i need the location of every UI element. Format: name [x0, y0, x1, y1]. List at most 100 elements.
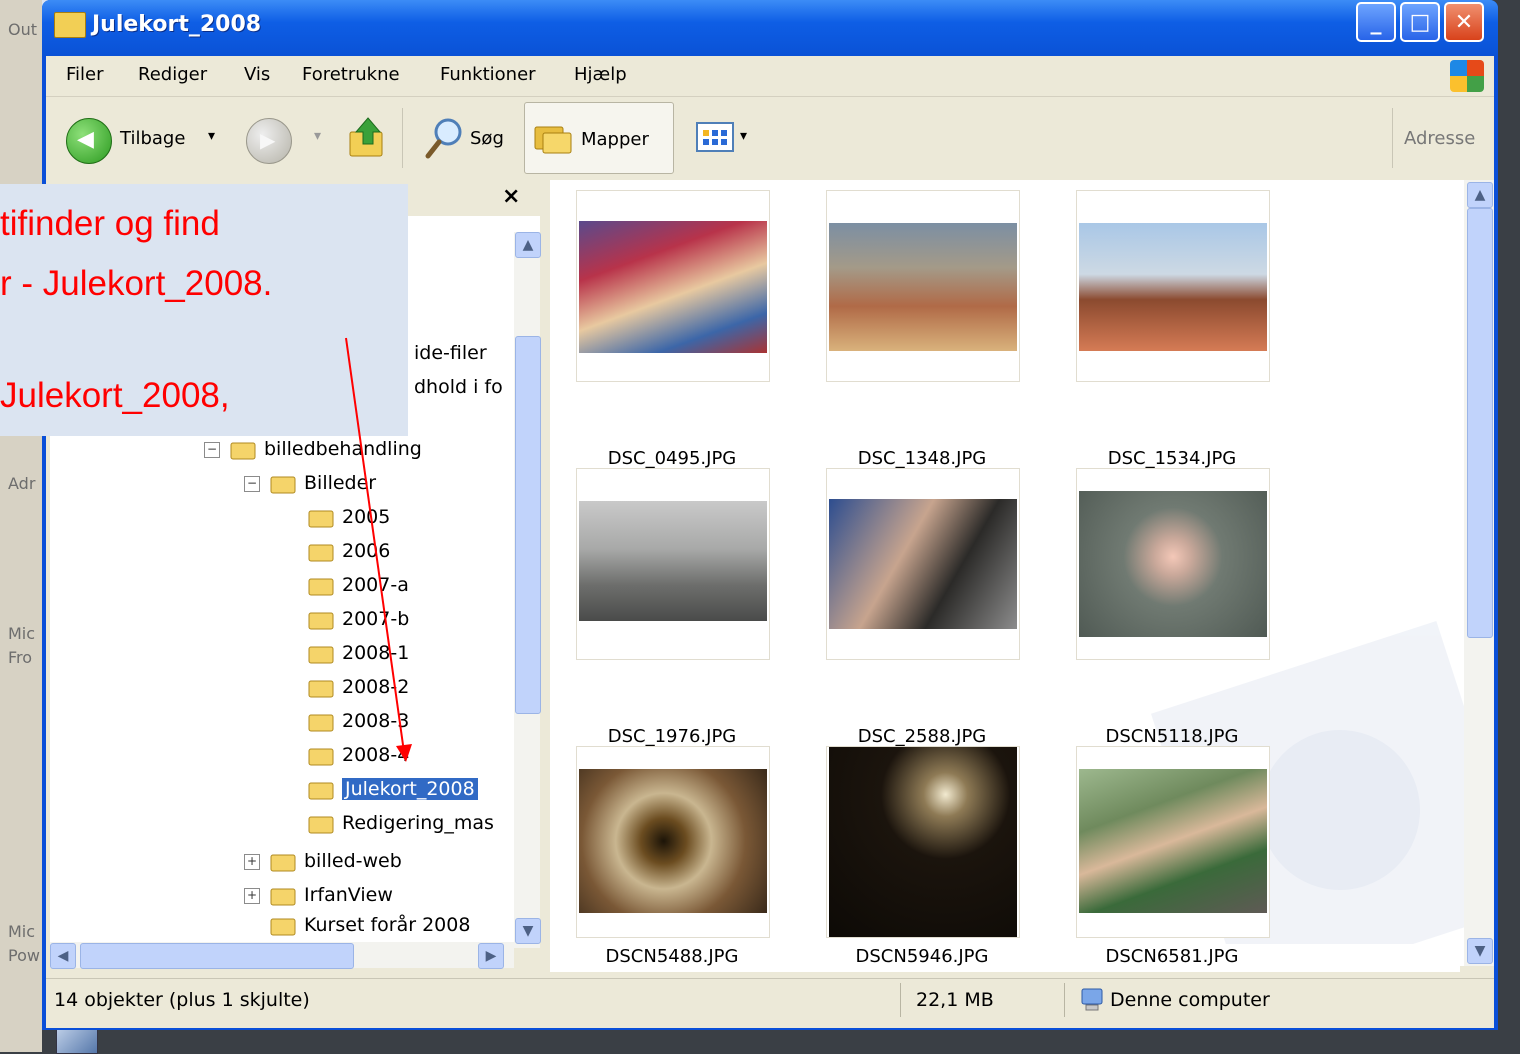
tree-item-2008-2[interactable]: 2008-2	[308, 676, 409, 708]
tree-item-label: Julekort_2008	[342, 778, 478, 800]
scroll-up-icon[interactable]: ▲	[1467, 182, 1493, 208]
menu-vis[interactable]: Vis	[244, 64, 270, 85]
windows-logo-icon	[1450, 60, 1484, 92]
desktop-icon-label[interactable]: Out	[8, 20, 37, 39]
tree-item-2008-4[interactable]: 2008-4	[308, 744, 409, 776]
tree-item-label: 2006	[342, 540, 391, 562]
tree-item-redigering[interactable]: Redigering_mas	[308, 812, 494, 844]
back-dropdown-icon[interactable]: ▾	[208, 128, 215, 144]
explorer-window: Julekort_2008 _ □ ✕ Filer Rediger Vis Fo…	[42, 0, 1498, 1030]
scroll-right-icon[interactable]: ▶	[478, 943, 504, 969]
expand-icon[interactable]: +	[244, 888, 260, 904]
tree-item-julekort-2008[interactable]: Julekort_2008	[308, 778, 478, 810]
collapse-icon[interactable]: −	[204, 442, 220, 458]
callout-line: r - Julekort_2008.	[0, 264, 273, 303]
files-scroll-thumb[interactable]	[1467, 208, 1493, 638]
file-name[interactable]: DSC_1534.JPG	[1062, 448, 1282, 469]
file-name[interactable]: DSCN6581.JPG	[1062, 946, 1282, 967]
tree-item-2006[interactable]: 2006	[308, 540, 390, 572]
tree-item-label: 2005	[342, 506, 391, 528]
file-name[interactable]: DSC_1348.JPG	[812, 448, 1032, 469]
file-name[interactable]: DSCN5946.JPG	[812, 946, 1032, 967]
tree-item-partial[interactable]: ide-filer	[414, 342, 487, 374]
tree-item-2008-3[interactable]: 2008-3	[308, 710, 409, 742]
desktop-icon-label[interactable]: Mic	[8, 922, 35, 941]
collapse-icon[interactable]: −	[244, 476, 260, 492]
file-name[interactable]: DSCN5488.JPG	[562, 946, 782, 967]
folder-open-icon	[270, 474, 298, 494]
status-divider	[900, 983, 901, 1017]
address-label: Adresse	[1404, 128, 1476, 149]
menu-funktioner[interactable]: Funktioner	[440, 64, 536, 85]
instruction-callout: tifinder og find r - Julekort_2008. Jule…	[0, 184, 408, 436]
tree-item-2008-1[interactable]: 2008-1	[308, 642, 409, 674]
tree-item-2005[interactable]: 2005	[308, 506, 390, 538]
files-vertical-scrollbar[interactable]: ▲ ▼	[1464, 180, 1494, 966]
photo-thumbnail	[829, 499, 1017, 629]
folder-icon	[308, 542, 336, 562]
folder-icon	[308, 712, 336, 732]
scroll-down-icon[interactable]: ▼	[1467, 938, 1493, 964]
tree-item-partial[interactable]: dhold i fo	[414, 376, 503, 408]
tree-item-2007-a[interactable]: 2007-a	[308, 574, 409, 606]
tree-horizontal-scrollbar[interactable]: ◀ ▶	[50, 942, 514, 969]
expand-icon[interactable]: +	[244, 854, 260, 870]
thumbnail[interactable]	[826, 190, 1020, 382]
status-size: 22,1 MB	[916, 989, 994, 1011]
views-dropdown-icon[interactable]: ▾	[740, 128, 747, 144]
tree-item-label: Billeder	[304, 472, 377, 494]
search-icon[interactable]	[424, 116, 464, 160]
thumbnail[interactable]	[1076, 468, 1270, 660]
tree-item-2007-b[interactable]: 2007-b	[308, 608, 409, 640]
desktop-icon-label[interactable]: Mic	[8, 624, 35, 643]
desktop-icon-label[interactable]: Pow	[8, 946, 40, 965]
file-name[interactable]: DSC_1976.JPG	[562, 726, 782, 747]
thumbnail[interactable]	[1076, 746, 1270, 938]
scroll-down-icon[interactable]: ▼	[515, 918, 541, 944]
file-name[interactable]: DSCN5118.JPG	[1062, 726, 1282, 747]
folder-icon	[308, 576, 336, 596]
file-name[interactable]: DSC_2588.JPG	[812, 726, 1032, 747]
scroll-left-icon[interactable]: ◀	[50, 943, 76, 969]
back-arrow-icon[interactable]	[66, 118, 112, 164]
folders-button[interactable]: Mapper	[524, 102, 674, 174]
close-pane-icon[interactable]: ×	[502, 184, 520, 209]
folder-up-icon[interactable]	[348, 116, 388, 160]
search-button[interactable]: Søg	[470, 128, 504, 149]
folder-open-icon	[230, 440, 258, 460]
views-icon[interactable]	[696, 122, 734, 152]
thumbnail[interactable]	[576, 468, 770, 660]
tree-item-label: 2008-2	[342, 676, 410, 698]
forward-dropdown-icon[interactable]: ▾	[314, 128, 321, 144]
desktop-icon-label[interactable]: Adr	[8, 474, 35, 493]
toolbar-separator	[1392, 108, 1393, 168]
folder-icon	[308, 508, 336, 528]
menu-rediger[interactable]: Rediger	[138, 64, 207, 85]
minimize-button[interactable]: _	[1356, 2, 1396, 42]
file-name[interactable]: DSC_0495.JPG	[562, 448, 782, 469]
forward-arrow-icon[interactable]	[246, 118, 292, 164]
file-view-bottom-row: DSCN5488.JPG DSCN5946.JPG DSCN6581.JPG	[550, 944, 1460, 972]
tree-scroll-thumb[interactable]	[515, 336, 541, 714]
thumbnail[interactable]	[576, 190, 770, 382]
menu-foretrukne[interactable]: Foretrukne	[302, 64, 400, 85]
file-view: DSC_0495.JPG DSC_1348.JPG DSC_1534.JPG D…	[550, 180, 1494, 966]
menu-filer[interactable]: Filer	[66, 64, 104, 85]
tree-hscroll-thumb[interactable]	[80, 943, 354, 969]
folder-icon	[308, 644, 336, 664]
status-divider	[1064, 983, 1065, 1017]
menu-hjaelp[interactable]: Hjælp	[574, 64, 627, 85]
tree-item-label: Redigering_mas	[342, 812, 494, 834]
tree-vertical-scrollbar[interactable]: ▲ ▼	[514, 232, 541, 948]
desktop-icon-label[interactable]: Fro	[8, 648, 32, 667]
scroll-up-icon[interactable]: ▲	[515, 232, 541, 258]
thumbnail[interactable]	[826, 746, 1020, 938]
title-bar[interactable]: Julekort_2008 _ □ ✕	[42, 0, 1498, 56]
folder-icon	[270, 886, 298, 906]
thumbnail[interactable]	[826, 468, 1020, 660]
thumbnail[interactable]	[576, 746, 770, 938]
back-button[interactable]: Tilbage	[120, 128, 185, 149]
close-button[interactable]: ✕	[1444, 2, 1484, 42]
maximize-button[interactable]: □	[1400, 2, 1440, 42]
thumbnail[interactable]	[1076, 190, 1270, 382]
